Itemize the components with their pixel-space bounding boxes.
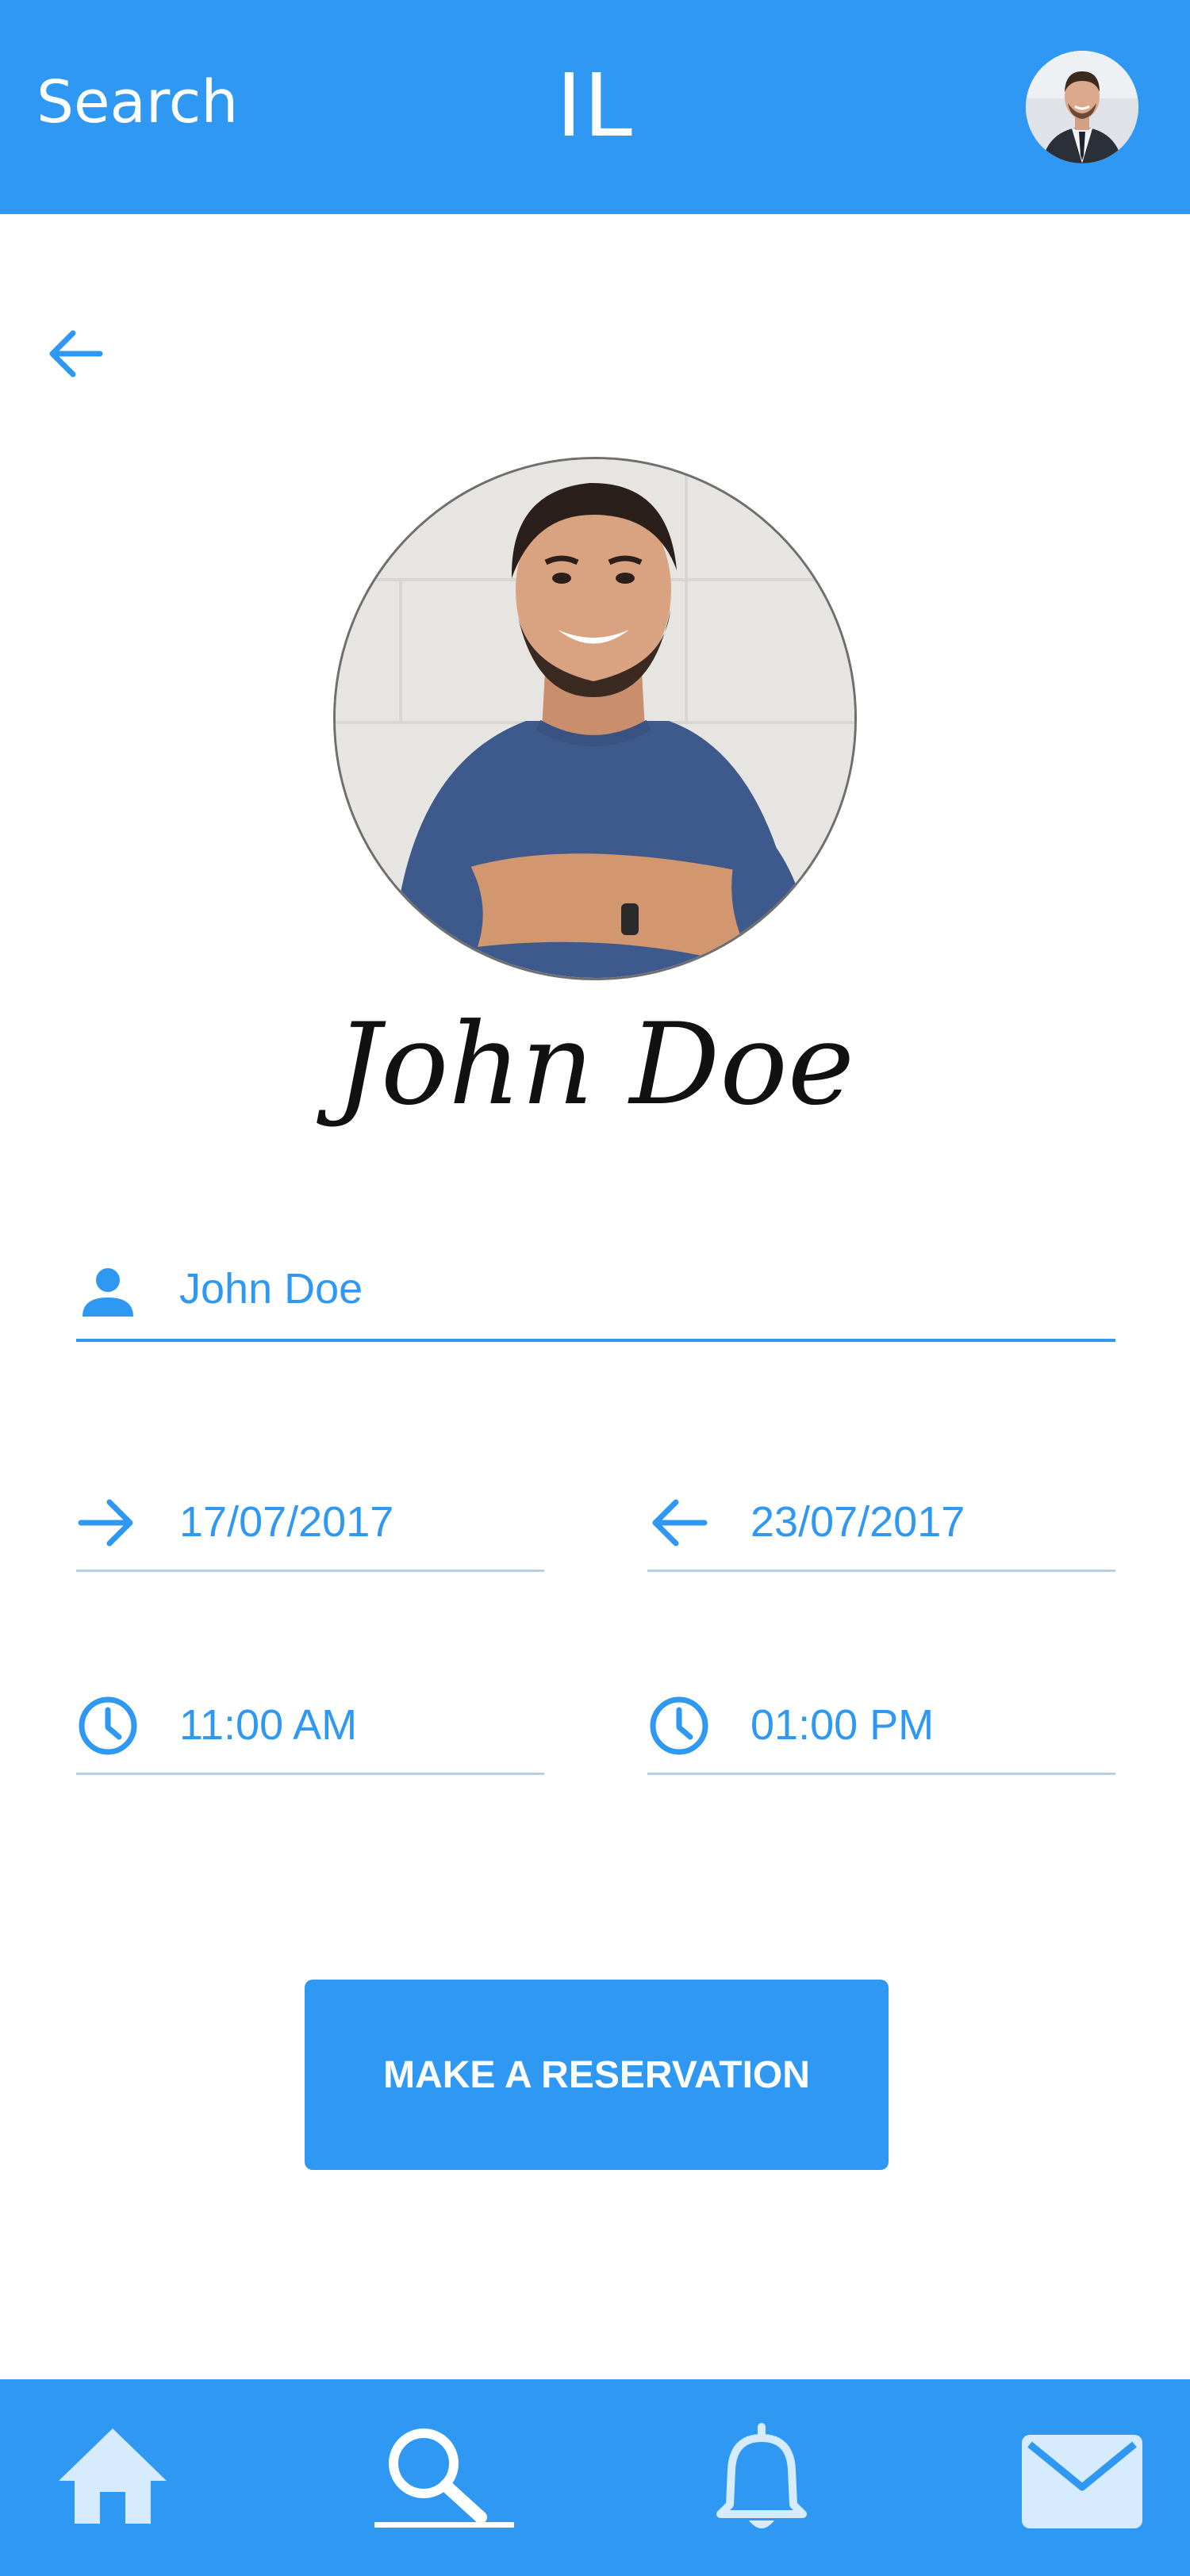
profile-name: John Doe [336,999,854,1130]
guest-name-field[interactable]: John Doe [76,1239,1115,1342]
nav-messages[interactable] [1019,2419,1146,2538]
active-tab-indicator [374,2522,514,2528]
profile-image [336,459,854,978]
profile-photo [333,457,857,980]
avatar-image [1026,51,1138,163]
person-icon [83,1268,133,1317]
check-out-date-field[interactable]: 23/07/2017 [647,1469,1115,1572]
arrow-left-icon [49,330,103,378]
clock-icon [650,1696,708,1755]
check-in-time-field[interactable]: 11:00 AM [76,1672,544,1775]
check-out-time-field[interactable]: 01:00 PM [647,1672,1115,1775]
back-button[interactable] [44,322,108,385]
check-out-time-value: 01:00 PM [750,1701,935,1749]
mail-icon [1022,2435,1142,2528]
search-icon [389,2428,487,2524]
clock-icon [79,1696,137,1755]
check-in-time-value: 11:00 AM [179,1701,358,1749]
user-avatar[interactable] [1026,51,1138,163]
check-in-date-value: 17/07/2017 [179,1498,394,1546]
app-logo: IL [556,55,634,156]
check-out-date-value: 23/07/2017 [750,1498,965,1546]
arrow-left-icon [652,1499,708,1547]
check-in-date-field[interactable]: 17/07/2017 [76,1469,544,1572]
top-app-bar: Search IL [0,0,1190,214]
nav-search[interactable] [376,2419,503,2538]
arrow-right-icon [78,1499,133,1547]
bell-icon [716,2423,807,2528]
home-icon [59,2428,167,2524]
nav-notifications[interactable] [698,2419,825,2538]
make-reservation-button[interactable]: MAKE A RESERVATION [305,1980,889,2170]
bottom-navigation [0,2379,1190,2576]
nav-home[interactable] [49,2419,176,2538]
guest-name-value: John Doe [179,1265,363,1313]
